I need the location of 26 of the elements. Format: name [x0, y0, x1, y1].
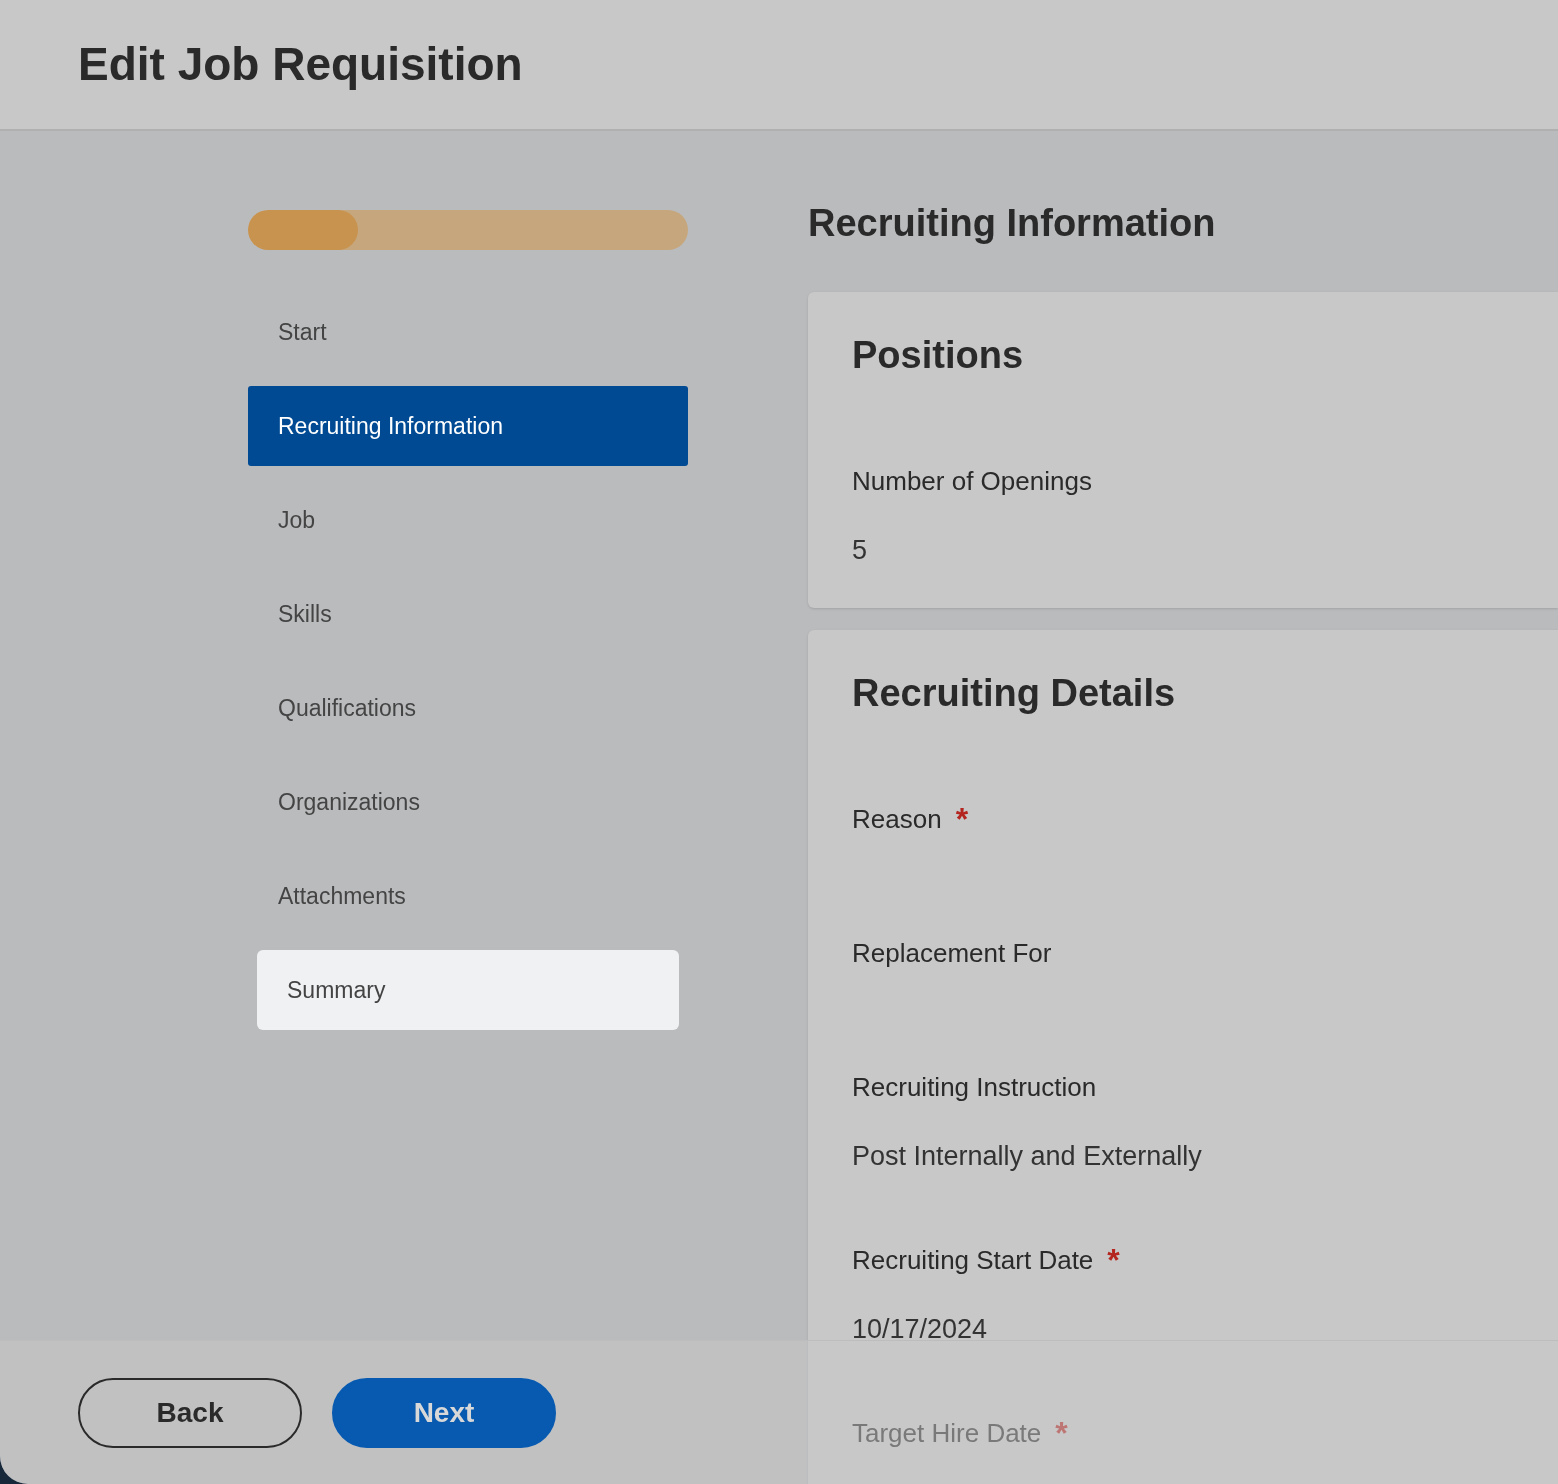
step-item[interactable]: Summary	[257, 950, 679, 1030]
back-button[interactable]: Back	[78, 1378, 302, 1448]
step-item[interactable]: Attachments	[248, 856, 688, 936]
card-title: Recruiting Details	[852, 671, 1177, 716]
field-value: 10/17/2024	[852, 1313, 989, 1346]
required-icon: *	[1107, 1244, 1120, 1276]
step-item[interactable]: Qualifications	[248, 668, 688, 748]
step-item[interactable]: Recruiting Information	[248, 386, 688, 466]
field-label: Number of Openings	[852, 464, 1092, 498]
card-title: Positions	[852, 333, 1025, 378]
field-label: Replacement For	[852, 936, 1052, 970]
section-heading: Recruiting Information	[808, 201, 1217, 246]
step-item[interactable]: Start	[248, 292, 688, 372]
step-item[interactable]: Skills	[248, 574, 688, 654]
field-value: 5	[852, 534, 869, 567]
step-item[interactable]: Job	[248, 480, 688, 560]
next-button[interactable]: Next	[332, 1378, 556, 1448]
page-title: Edit Job Requisition	[78, 37, 523, 92]
required-icon: *	[955, 803, 969, 835]
required-icon: *	[1055, 1417, 1068, 1449]
field-label: Recruiting Instruction	[852, 1070, 1097, 1104]
field-label: Recruiting Start Date	[852, 1243, 1094, 1277]
field-value: Post Internally and Externally	[852, 1140, 1203, 1173]
step-item[interactable]: Organizations	[248, 762, 688, 842]
field-label: Target Hire Date	[852, 1416, 1042, 1450]
field-label: Reason	[852, 802, 942, 836]
